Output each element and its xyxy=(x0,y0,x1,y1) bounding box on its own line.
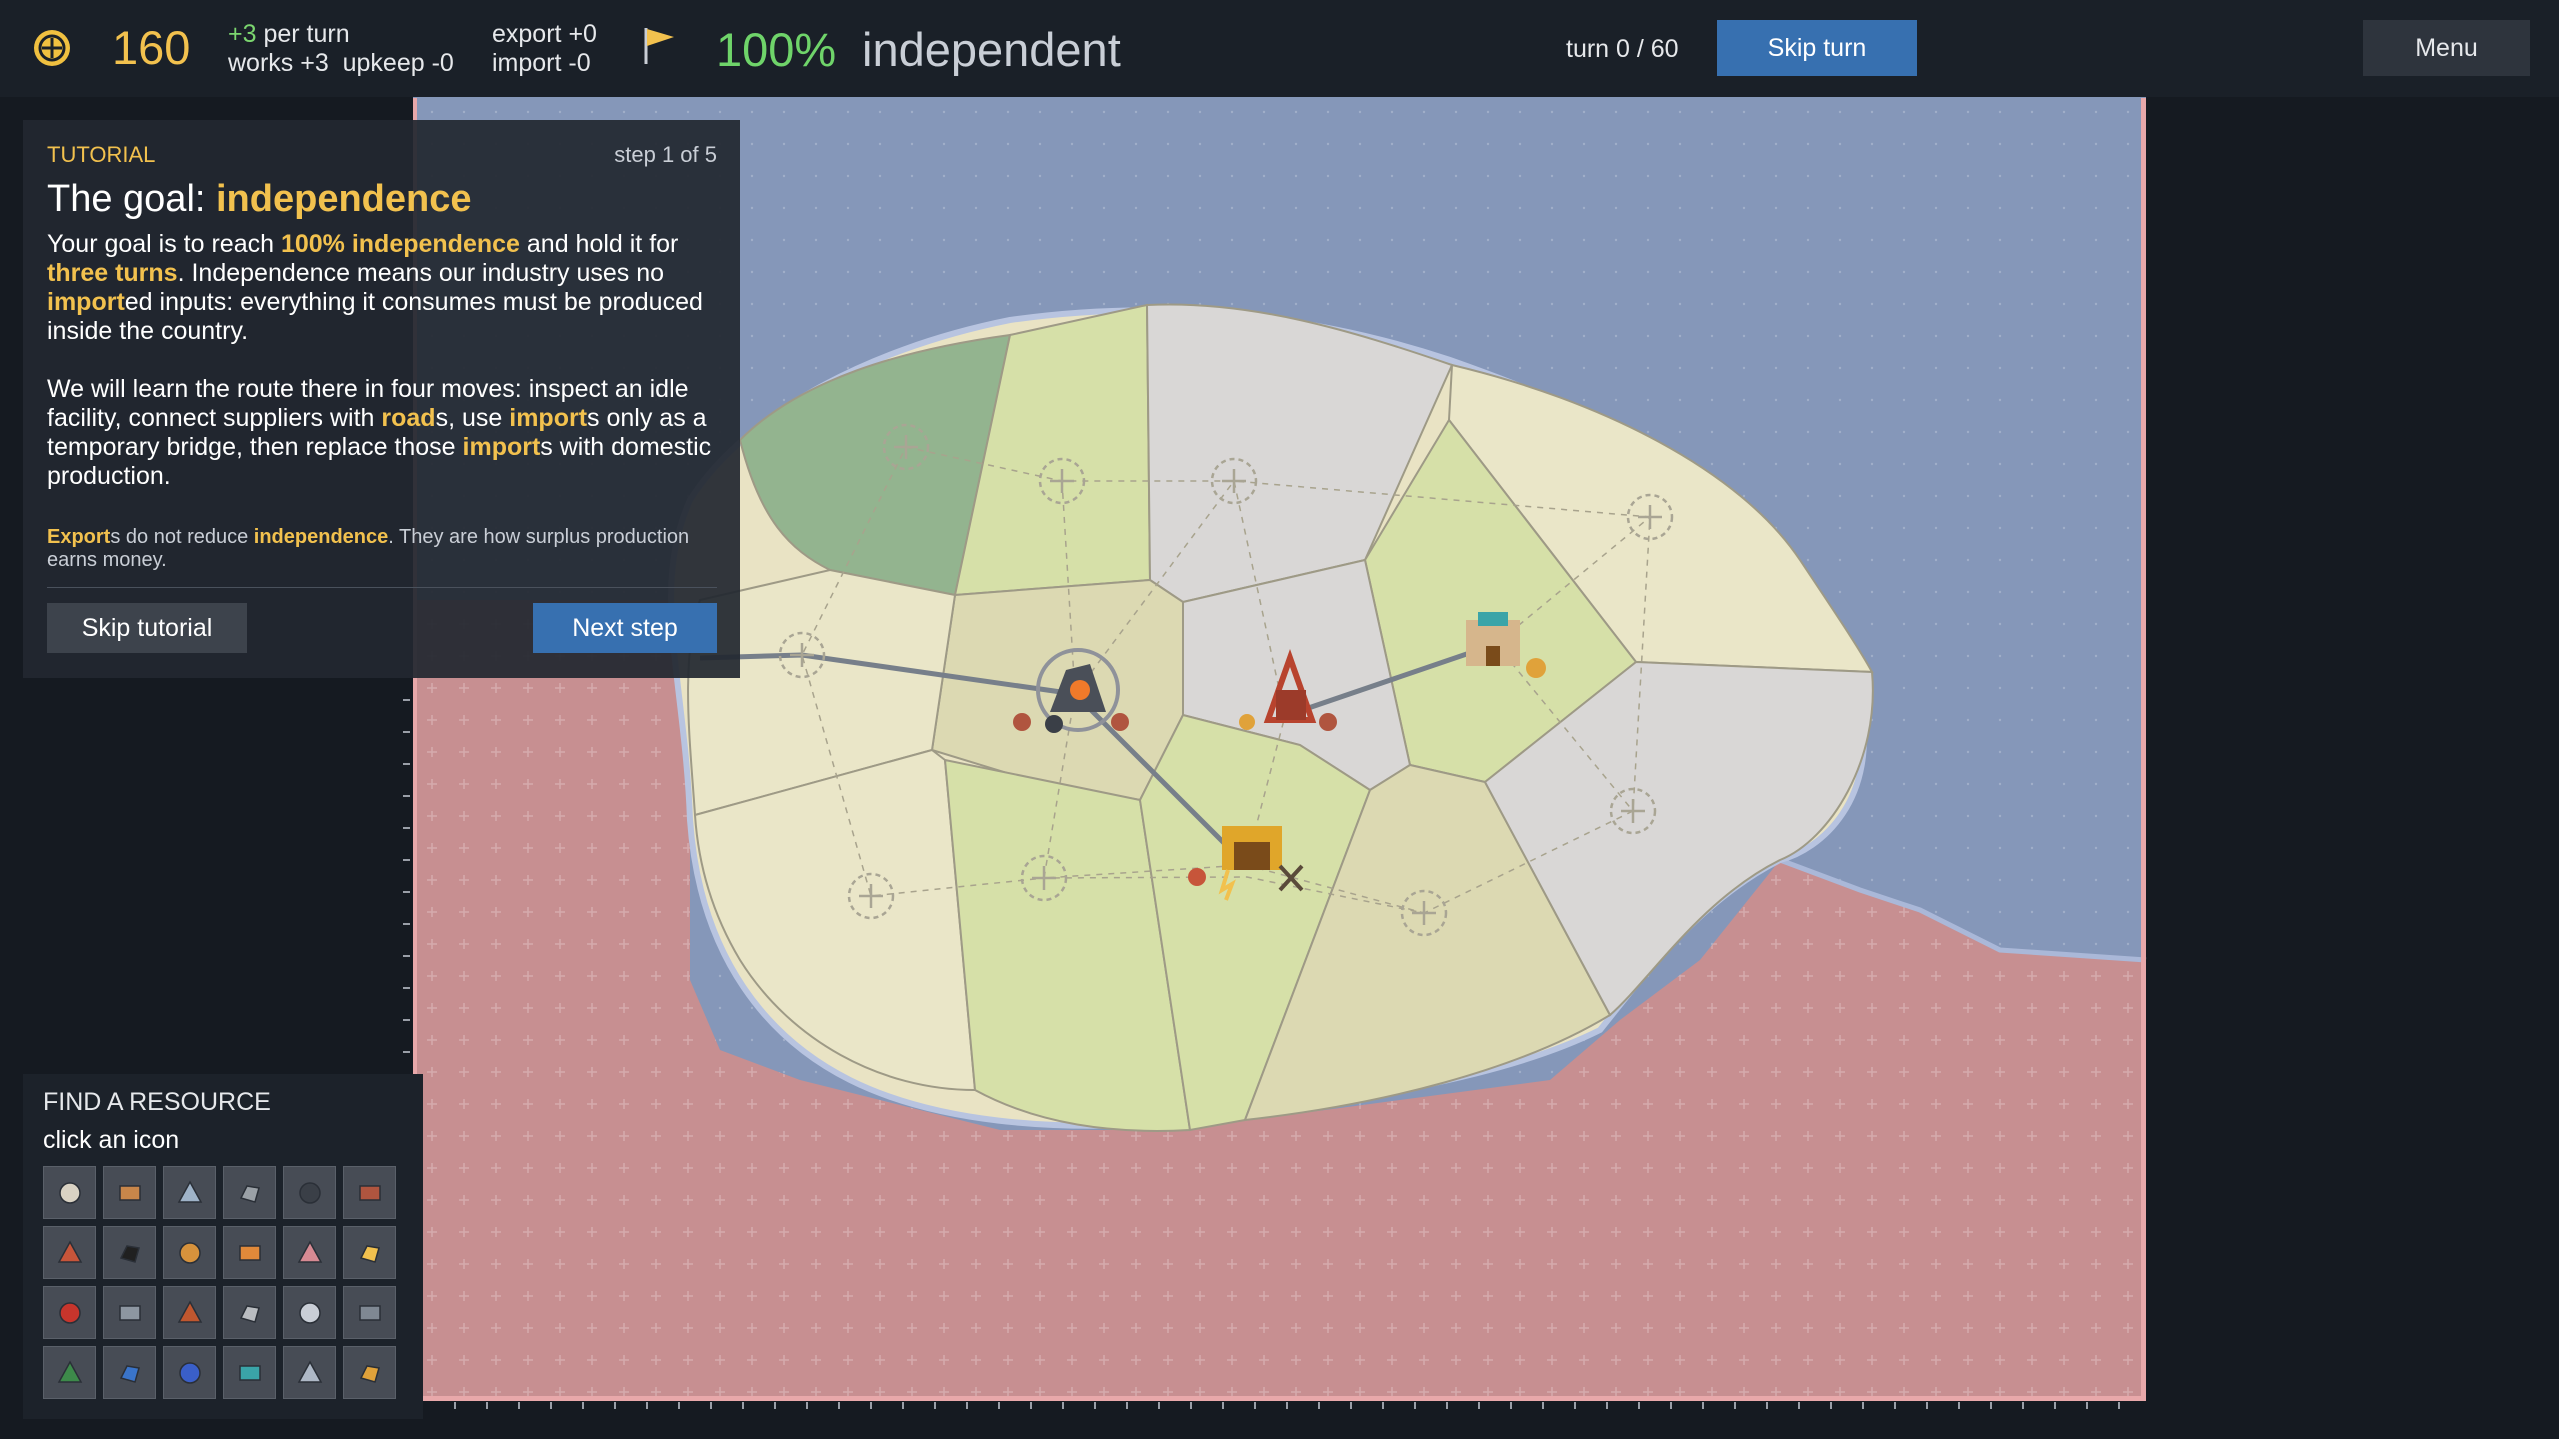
coal-icon xyxy=(299,1182,321,1204)
paragraph-text: Your goal is to reach xyxy=(47,230,281,258)
resource-button[interactable] xyxy=(343,1166,396,1219)
paragraph-text: . Independence means our industry uses n… xyxy=(177,259,665,287)
highlighted-term: Export xyxy=(47,526,111,548)
robot-arm-icon xyxy=(239,1365,261,1381)
highlighted-term: import xyxy=(47,288,125,316)
paragraph-text: s, use xyxy=(435,404,510,432)
highlighted-term: three turns xyxy=(47,259,178,287)
independence-status: independent xyxy=(862,23,1121,76)
paragraph-text: and hold it for xyxy=(519,230,679,258)
resource-button[interactable] xyxy=(163,1166,216,1219)
resource-button[interactable] xyxy=(283,1346,336,1399)
electricity-icon xyxy=(359,1245,380,1263)
import-line: import -0 xyxy=(492,49,591,77)
find-resource-title: FIND A RESOURCE xyxy=(43,1088,271,1116)
resource-button[interactable] xyxy=(223,1226,276,1279)
flag-icon xyxy=(644,28,674,64)
tutorial-paragraph-goal: Your goal is to reach 100% independence … xyxy=(47,230,727,346)
tutorial-paragraph-exports: Exports do not reduce independence. They… xyxy=(47,526,727,572)
money-value: 160 xyxy=(112,21,191,74)
resource-button[interactable] xyxy=(43,1166,96,1219)
gears-icon xyxy=(359,1365,380,1383)
resource-button[interactable] xyxy=(43,1226,96,1279)
highlighted-term: import xyxy=(509,404,588,432)
highlighted-term: road xyxy=(381,404,436,432)
skip-turn-button[interactable]: Skip turn xyxy=(1717,20,1917,76)
resource-button[interactable] xyxy=(103,1166,156,1219)
highlighted-term: independence xyxy=(253,526,389,548)
tutorial-title-prefix: The goal: xyxy=(47,178,216,220)
tutorial-step: step 1 of 5 xyxy=(614,142,717,167)
income-summary: +3 per turn works +3 upkeep -0 xyxy=(228,20,454,78)
machinery-icon xyxy=(179,1362,201,1384)
steel-sheet-icon xyxy=(177,1180,203,1203)
resource-button[interactable] xyxy=(343,1286,396,1339)
aircraft-icon xyxy=(297,1360,323,1383)
paragraph-text: s do not reduce xyxy=(110,526,254,548)
export-label: export xyxy=(492,20,562,48)
engine-icon xyxy=(359,1305,381,1321)
copper-ore-icon xyxy=(359,1185,381,1201)
resource-button[interactable] xyxy=(103,1226,156,1279)
resource-button[interactable] xyxy=(223,1346,276,1399)
ore-icon xyxy=(239,1185,260,1203)
export-value: +0 xyxy=(568,20,597,48)
tutorial-panel: TUTORIAL step 1 of 5 The goal: independe… xyxy=(23,120,740,678)
menu-button[interactable]: Menu xyxy=(2363,20,2530,76)
works-upkeep-line: works +3 upkeep -0 xyxy=(228,49,454,77)
per-turn-value: +3 xyxy=(228,20,257,48)
circuit-icon xyxy=(57,1360,83,1383)
canister-icon xyxy=(59,1302,81,1324)
resource-button[interactable] xyxy=(343,1226,396,1279)
bricks-icon xyxy=(57,1240,83,1263)
highlighted-term: 100% independence xyxy=(280,230,520,258)
chemicals-icon xyxy=(239,1245,261,1261)
resource-button[interactable] xyxy=(283,1166,336,1219)
resource-button[interactable] xyxy=(43,1286,96,1339)
per-turn-label: per turn xyxy=(263,20,350,48)
tools-icon xyxy=(299,1302,321,1324)
resource-button[interactable] xyxy=(283,1286,336,1339)
resource-button[interactable] xyxy=(103,1286,156,1339)
resource-button[interactable] xyxy=(163,1346,216,1399)
truck-icon xyxy=(119,1365,140,1383)
tutorial-paragraph-route: We will learn the route there in four mo… xyxy=(47,375,727,491)
resource-button[interactable] xyxy=(283,1226,336,1279)
find-resource-panel: FIND A RESOURCE click an icon xyxy=(23,1074,423,1419)
trade-summary: export +0 import -0 xyxy=(492,20,597,78)
paragraph-text: ed inputs: everything it consumes must b… xyxy=(47,288,703,345)
crate-icon xyxy=(179,1242,201,1264)
independence-percent: 100% xyxy=(716,23,837,76)
resource-button[interactable] xyxy=(163,1226,216,1279)
find-resource-subtitle: click an icon xyxy=(43,1126,180,1154)
resource-button[interactable] xyxy=(43,1346,96,1399)
money-coin-icon xyxy=(34,30,70,66)
tutorial-title-highlight: independence xyxy=(216,178,472,220)
tutorial-divider xyxy=(47,587,717,588)
rubber-icon xyxy=(297,1240,323,1263)
steel-bars-icon xyxy=(119,1305,141,1321)
oil-icon xyxy=(119,1245,140,1263)
turn-counter: turn 0 / 60 xyxy=(1566,35,1679,63)
skip-tutorial-button[interactable]: Skip tutorial xyxy=(47,603,247,653)
resource-button[interactable] xyxy=(163,1286,216,1339)
next-step-button[interactable]: Next step xyxy=(533,603,717,653)
top-bar: 160 +3 per turn works +3 upkeep -0 expor… xyxy=(0,0,2559,97)
tutorial-label: TUTORIAL xyxy=(47,142,156,167)
cotton-icon xyxy=(59,1182,81,1204)
resource-button[interactable] xyxy=(223,1166,276,1219)
resource-button[interactable] xyxy=(103,1346,156,1399)
tutorial-title: The goal: independence xyxy=(47,178,472,221)
concrete-icon xyxy=(239,1305,260,1323)
barrel-icon xyxy=(177,1300,203,1323)
logs-icon xyxy=(119,1185,141,1201)
resource-button[interactable] xyxy=(223,1286,276,1339)
highlighted-term: import xyxy=(462,433,541,461)
resource-button[interactable] xyxy=(343,1346,396,1399)
